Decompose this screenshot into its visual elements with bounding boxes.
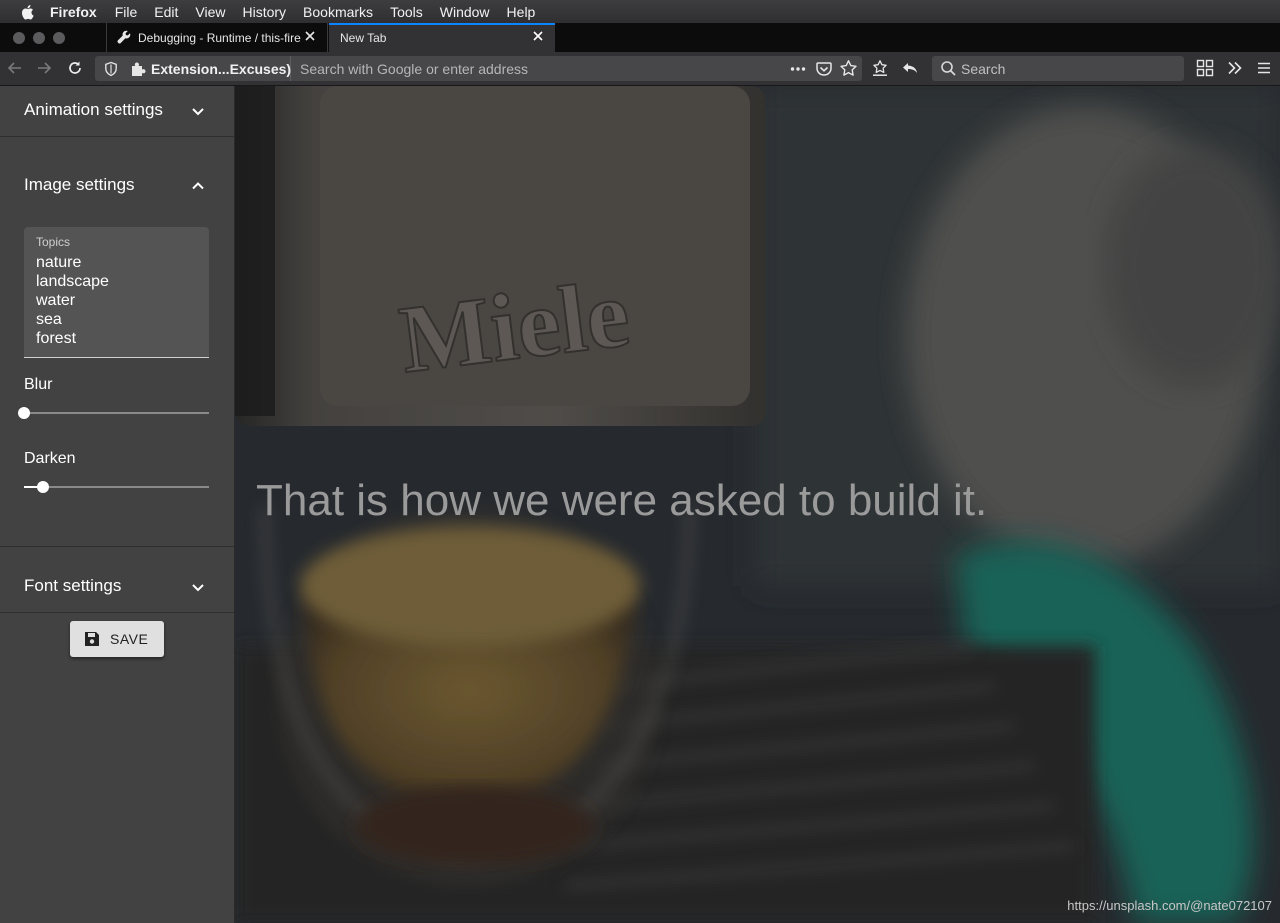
- tab-new-tab[interactable]: New Tab: [329, 23, 555, 52]
- back-arrow-icon[interactable]: [6, 59, 24, 77]
- menu-help[interactable]: Help: [507, 4, 536, 20]
- undo-arrow-icon[interactable]: [901, 59, 919, 77]
- overflow-chevron-icon[interactable]: [1226, 59, 1244, 77]
- font-settings-header[interactable]: Font settings: [0, 562, 234, 610]
- image-settings-header[interactable]: Image settings: [0, 161, 234, 209]
- section-label: Animation settings: [24, 100, 163, 119]
- library-bookmarks-icon[interactable]: [871, 59, 889, 77]
- container-tabs-grid-icon[interactable]: [1196, 59, 1214, 77]
- tab-strip: Debugging - Runtime / this-fire New Tab: [0, 23, 1280, 52]
- menu-window[interactable]: Window: [440, 4, 490, 20]
- save-button[interactable]: SAVE: [70, 621, 164, 657]
- navigation-toolbar: Extension...Excuses): [0, 52, 1280, 86]
- topics-label: Topics: [36, 235, 71, 249]
- menu-file[interactable]: File: [115, 4, 138, 20]
- tab-debugging[interactable]: Debugging - Runtime / this-fire: [106, 23, 328, 52]
- settings-sidebar: Animation settings Image settings Topics…: [0, 86, 235, 923]
- chevron-up-icon: [188, 176, 208, 196]
- chevron-down-icon: [188, 577, 208, 597]
- apple-logo-icon[interactable]: [20, 4, 36, 20]
- hamburger-menu-icon[interactable]: [1255, 59, 1273, 77]
- window-close-button[interactable]: [13, 32, 25, 44]
- window-minimize-button[interactable]: [33, 32, 45, 44]
- reload-icon[interactable]: [66, 59, 84, 77]
- url-bar[interactable]: Extension...Excuses): [95, 56, 862, 81]
- menu-history[interactable]: History: [242, 4, 286, 20]
- topics-textarea[interactable]: Topics nature landscape water sea forest: [24, 227, 209, 358]
- window-zoom-button[interactable]: [53, 32, 65, 44]
- extension-puzzle-icon: [130, 60, 147, 77]
- section-label: Font settings: [24, 576, 122, 595]
- menu-app-firefox[interactable]: Firefox: [50, 4, 97, 20]
- menu-tools[interactable]: Tools: [390, 4, 423, 20]
- blur-slider-thumb[interactable]: [18, 407, 30, 419]
- search-icon: [940, 60, 957, 77]
- close-tab-icon[interactable]: [303, 29, 317, 43]
- floppy-disk-icon: [84, 631, 100, 647]
- darken-label: Darken: [24, 450, 76, 467]
- close-tab-icon[interactable]: [531, 29, 545, 43]
- menu-edit[interactable]: Edit: [154, 4, 178, 20]
- section-divider: [0, 612, 234, 613]
- section-divider: [0, 136, 234, 137]
- wrench-icon: [117, 30, 131, 44]
- save-button-label: SAVE: [110, 631, 149, 647]
- quote-text: That is how we were asked to build it.: [256, 476, 988, 525]
- photo-credit-link[interactable]: https://unsplash.com/@nate072107: [1067, 898, 1272, 913]
- extension-identity-label: Extension...Excuses): [151, 61, 292, 77]
- animation-settings-header[interactable]: Animation settings: [0, 86, 234, 134]
- tab-title: Debugging - Runtime / this-fire: [138, 31, 301, 45]
- menu-bookmarks[interactable]: Bookmarks: [303, 4, 373, 20]
- macos-menubar: Firefox File Edit View History Bookmarks…: [0, 0, 1280, 23]
- chevron-down-icon: [188, 101, 208, 121]
- section-divider: [0, 546, 234, 547]
- bookmark-star-icon[interactable]: [839, 59, 858, 78]
- blur-label: Blur: [24, 376, 53, 393]
- tab-title: New Tab: [340, 31, 387, 45]
- search-input[interactable]: [961, 58, 1171, 79]
- url-input[interactable]: [300, 58, 780, 79]
- forward-arrow-icon[interactable]: [35, 59, 53, 77]
- darken-slider-thumb[interactable]: [36, 481, 49, 493]
- pocket-icon[interactable]: [815, 60, 833, 78]
- page-actions-more-icon[interactable]: [789, 60, 807, 78]
- section-label: Image settings: [24, 175, 135, 194]
- topics-value: nature landscape water sea forest: [36, 254, 109, 347]
- menu-view[interactable]: View: [195, 4, 225, 20]
- blur-slider[interactable]: [18, 407, 209, 419]
- identity-box[interactable]: Extension...Excuses): [95, 56, 291, 81]
- new-tab-page: Miele That is how we were asked to build…: [235, 86, 1280, 923]
- search-bar[interactable]: [932, 56, 1184, 81]
- tracking-shield-icon[interactable]: [103, 61, 119, 77]
- darken-slider[interactable]: [24, 481, 209, 493]
